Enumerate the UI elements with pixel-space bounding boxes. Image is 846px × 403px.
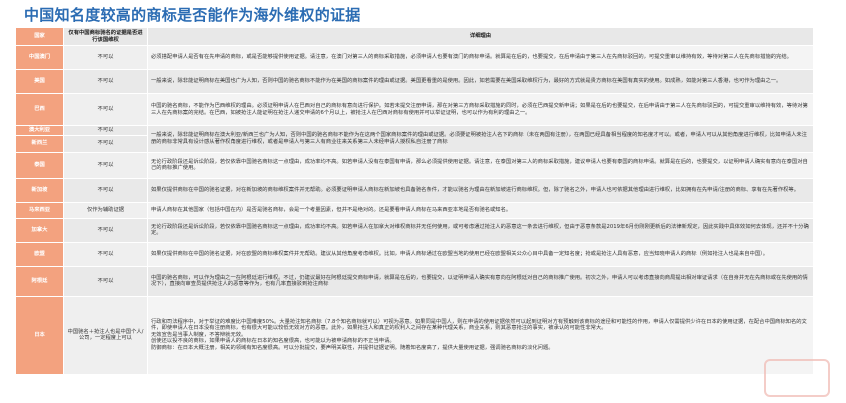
table-row: 新加坡 不可以 如果仅提供商标在中国的驰名证据，对在新加坡的商标维权案件并无帮助… bbox=[15, 177, 814, 203]
table-row: 中国澳门 不可以 必须搭配申请人是否有在先申请的商标，或是否能够提供使用证据。请… bbox=[15, 45, 814, 70]
result-cell: 不可以 bbox=[63, 177, 148, 203]
watermark-stamp bbox=[764, 359, 830, 397]
country-cell: 澳大利亚 bbox=[15, 125, 64, 136]
header-detail: 详细理由 bbox=[147, 27, 814, 46]
result-cell: 仅作为辅助证据 bbox=[63, 201, 148, 219]
detail-cell: 行政和司法程序中，对于举证的难度比中国难度50%。大量抢注知名商标（7.8个知名… bbox=[147, 295, 814, 375]
header-country: 国家 bbox=[15, 27, 64, 46]
country-cell: 美国 bbox=[15, 69, 64, 94]
country-cell: 日本 bbox=[15, 295, 64, 375]
result-cell: 不可以 bbox=[63, 217, 148, 243]
detail-cell: 申请人商标在其他国家（包括中国在内）是否是驰名商标，会是一个考量因素，但并不是绝… bbox=[147, 201, 814, 219]
country-cell: 泰国 bbox=[15, 151, 64, 179]
table-row: 巴西 不可以 中国的驰名商标，不能作为巴西维权的理由。必须证明申请人在巴西对自己… bbox=[15, 93, 814, 126]
result-cell: 不可以 bbox=[63, 45, 148, 70]
detail-cell: 如果仅提供商标在中国的驰名证据，对在新加坡的商标维权案件并无帮助。必须要证明申请… bbox=[147, 177, 814, 203]
detail-cell: 中国的驰名商标，不能作为巴西维权的理由。必须证明申请人在巴西对自己的商标有意向进… bbox=[147, 93, 814, 126]
country-cell: 中国澳门 bbox=[15, 45, 64, 70]
detail-cell: 无论行政阶段还是诉讼阶段，若仅依靠中国驰名商标这一点理由，成功率均不高。如若申请… bbox=[147, 151, 814, 179]
page-title: 中国知名度较高的商标是否能作为海外维权的证据 bbox=[24, 6, 361, 24]
table-header-row: 国家 仅有中国商标驰名的证据是否进行该国维权 详细理由 bbox=[15, 27, 814, 46]
result-cell: 不可以 bbox=[63, 93, 148, 126]
table-row: 加拿大 不可以 无论行政阶段还是诉讼阶段，若仅依靠中国驰名商标这一点理由，成功率… bbox=[15, 217, 814, 243]
detail-cell: 一般来说，除非能证明商标在澳大利亚/新西兰也广为人知，否则中国的驰名商标不能作为… bbox=[147, 125, 814, 153]
result-cell: 不可以 bbox=[63, 125, 148, 136]
country-cell: 加拿大 bbox=[15, 217, 64, 243]
country-cell: 巴西 bbox=[15, 93, 64, 126]
table-row: 美国 不可以 一般来说，除非能证明商标在美国也广为人知，否则中国的驰名商标不能作… bbox=[15, 69, 814, 94]
detail-cell: 中国的驰名商标，可以作为理由之一在阿根廷进行维权。不过，仍建议最好在阿根廷提交商… bbox=[147, 265, 814, 297]
result-cell: 中国驰名＋抢注人也是中国个人/公司，一定程度上可以 bbox=[63, 295, 148, 375]
detail-cell: 无论行政阶段还是诉讼阶段，若仅依靠中国驰名商标这一点理由，成功率均不高。如若申请… bbox=[147, 217, 814, 243]
country-cell: 欧盟 bbox=[15, 241, 64, 267]
comparison-table: 国家 仅有中国商标驰名的证据是否进行该国维权 详细理由 中国澳门 不可以 必须搭… bbox=[15, 27, 814, 375]
result-cell: 不可以 bbox=[63, 241, 148, 267]
result-cell: 不可以 bbox=[63, 265, 148, 297]
table-row: 澳大利亚 不可以 一般来说，除非能证明商标在澳大利亚/新西兰也广为人知，否则中国… bbox=[15, 125, 814, 153]
country-cell: 阿根廷 bbox=[15, 265, 64, 297]
country-cell: 新加坡 bbox=[15, 177, 64, 203]
country-cell: 新西兰 bbox=[15, 134, 64, 153]
country-cell: 马来西亚 bbox=[15, 201, 64, 219]
detail-cell: 如果仅提供商标在中国的驰名证据，对在欧盟的商标维权案件并无帮助。建议从其他角度考… bbox=[147, 241, 814, 267]
result-cell: 不可以 bbox=[63, 69, 148, 94]
table-row: 日本 中国驰名＋抢注人也是中国个人/公司，一定程度上可以 行政和司法程序中，对于… bbox=[15, 295, 814, 375]
table-row: 马来西亚 仅作为辅助证据 申请人商标在其他国家（包括中国在内）是否是驰名商标，会… bbox=[15, 201, 814, 219]
table-row: 阿根廷 不可以 中国的驰名商标，可以作为理由之一在阿根廷进行维权。不过，仍建议最… bbox=[15, 265, 814, 297]
result-cell: 不可以 bbox=[63, 134, 148, 153]
table-row: 欧盟 不可以 如果仅提供商标在中国的驰名证据，对在欧盟的商标维权案件并无帮助。建… bbox=[15, 241, 814, 267]
detail-cell: 一般来说，除非能证明商标在美国也广为人知，否则中国的驰名商标不能作为在美国的商标… bbox=[147, 69, 814, 94]
header-chinese-mark: 仅有中国商标驰名的证据是否进行该国维权 bbox=[63, 27, 148, 46]
table-row: 泰国 不可以 无论行政阶段还是诉讼阶段，若仅依靠中国驰名商标这一点理由，成功率均… bbox=[15, 151, 814, 179]
detail-cell: 必须搭配申请人是否有在先申请的商标，或是否能够提供使用证据。请注意，在澳门对第三… bbox=[147, 45, 814, 70]
result-cell: 不可以 bbox=[63, 151, 148, 179]
